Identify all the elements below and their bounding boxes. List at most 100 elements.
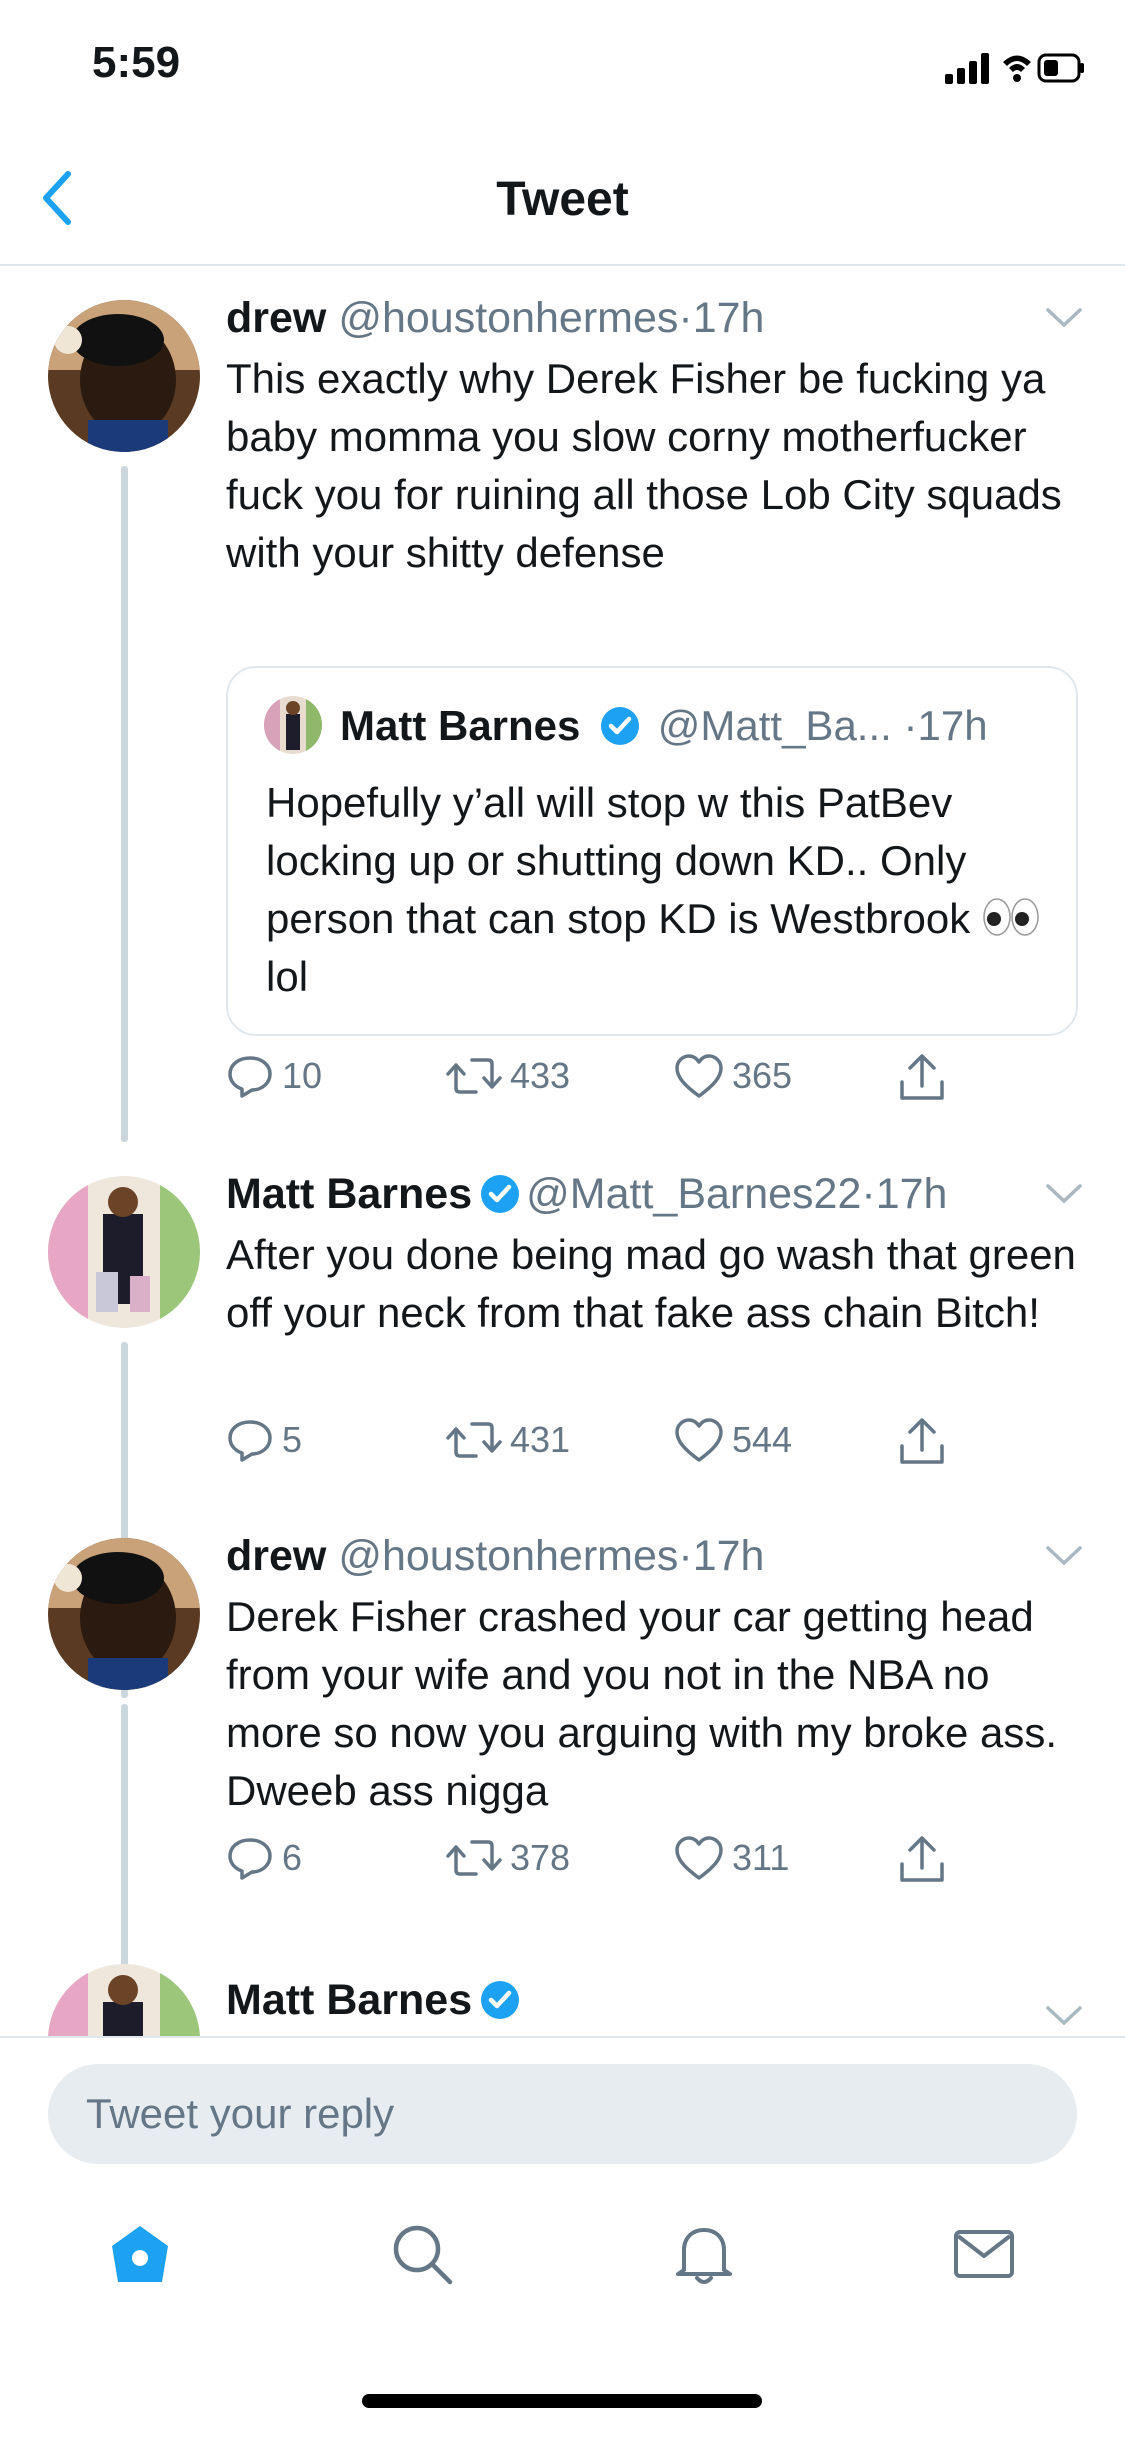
reply-input[interactable]: Tweet your reply [48,2064,1077,2164]
reply-button[interactable]: 6 [226,1834,302,1882]
retweet-icon [446,1058,502,1094]
home-indicator[interactable] [362,2394,762,2408]
display-name[interactable]: drew [226,1532,326,1580]
reply-icon [228,1838,272,1880]
heart-icon [675,1418,723,1462]
reply-button[interactable]: 10 [226,1052,322,1100]
quote-avatar [264,696,322,754]
avatar[interactable] [48,1176,200,1328]
verified-badge-icon [601,707,640,745]
thread-feed[interactable]: drew @houstonhermes·17h This exactly why… [0,266,1125,2036]
retweet-button[interactable]: 378 [446,1834,570,1882]
tweet-menu-button[interactable] [1045,306,1083,335]
like-count: 311 [732,1837,790,1878]
tweet-text: Derek Fisher crashed your car getting he… [226,1593,1058,1814]
status-icons [945,48,1085,93]
quote-display-name: Matt Barnes [340,702,581,749]
tweet-header: Matt Barnes @Matt_Barnes22·17h [226,1166,1105,1222]
reply-count: 6 [282,1837,303,1878]
tab-home[interactable] [108,2222,172,2291]
tweet-actions: 10 433 365 [226,1052,986,1116]
chevron-down-icon [1046,2006,1082,2026]
verified-badge-icon [481,1981,520,2019]
eyes-emoji-icon [983,898,1039,936]
share-icon [900,1836,944,1882]
separator: · [678,294,693,342]
separator: · [678,1532,693,1580]
share-button[interactable] [898,1834,954,1886]
search-icon [393,2225,453,2285]
tweet-text: After you done being mad go wash that gr… [226,1231,1076,1336]
separator: · [861,1170,876,1218]
home-icon [112,2226,168,2282]
like-count: 365 [732,1055,793,1096]
thread-line [121,466,128,1142]
tweet-header: Matt Barnes [226,1972,1105,2028]
tab-notifications[interactable] [672,2222,736,2291]
chevron-down-icon [1046,1184,1082,1204]
display-name[interactable]: drew [226,294,326,342]
retweet-icon [446,1422,502,1458]
separator: · [903,702,918,749]
timestamp: 17h [692,1532,765,1580]
handle[interactable]: @houstonhermes [338,1532,678,1580]
like-count: 544 [732,1419,793,1460]
reply-icon [228,1056,272,1098]
quote-text-main: Hopefully y’all will stop w this PatBev … [266,779,982,942]
page-title: Tweet [496,173,629,226]
retweet-button[interactable]: 433 [446,1052,570,1100]
like-button[interactable]: 365 [674,1052,792,1100]
chevron-down-icon [1046,308,1082,328]
tab-messages[interactable] [952,2222,1016,2291]
reply-count: 5 [282,1419,303,1460]
like-button[interactable]: 311 [674,1834,789,1882]
quote-text-end: lol [266,953,309,1000]
chevron-down-icon [1046,1546,1082,1566]
share-button[interactable] [898,1416,954,1468]
handle[interactable]: @houstonhermes [338,294,678,342]
retweet-button[interactable]: 431 [446,1416,570,1464]
handle[interactable]: @Matt_Barnes22 [526,1170,861,1218]
tweet-actions: 6 378 311 [226,1834,986,1898]
avatar[interactable] [48,300,200,452]
heart-icon [675,1054,723,1098]
quote-timestamp: 17h [917,702,988,749]
tweet-text: This exactly why Derek Fisher be fucking… [226,355,1062,576]
quote-header: Matt Barnes @Matt_Ba... ·17h [340,698,988,754]
share-button[interactable] [898,1052,954,1104]
display-name[interactable]: Matt Barnes [226,1976,472,2024]
reply-button[interactable]: 5 [226,1416,302,1464]
heart-icon [675,1836,723,1880]
status-bar: 5:59 [0,0,1125,132]
tweet-menu-button[interactable] [1045,1182,1083,1211]
like-button[interactable]: 544 [674,1416,792,1464]
tweet-header: drew @houstonhermes·17h [226,290,1105,346]
share-icon [900,1054,944,1100]
mail-icon [954,2230,1014,2278]
quote-text: Hopefully y’all will stop w this PatBev … [266,774,1046,1006]
share-icon [900,1418,944,1464]
timestamp: 17h [875,1170,948,1218]
navigation-bar: Tweet [0,132,1125,266]
tab-search[interactable] [390,2222,454,2291]
signal-icon [945,53,989,84]
wifi-icon [1003,55,1031,82]
timestamp: 17h [692,294,765,342]
retweet-count: 431 [510,1419,571,1460]
display-name[interactable]: Matt Barnes [226,1170,472,1218]
quoted-tweet[interactable]: Matt Barnes @Matt_Ba... ·17h Hopefully y… [226,666,1078,1036]
reply-placeholder: Tweet your reply [86,2090,395,2137]
retweet-icon [446,1840,502,1876]
reply-icon [228,1420,272,1462]
reply-count: 10 [282,1055,323,1096]
bell-icon [676,2228,732,2284]
avatar[interactable] [48,1964,200,2036]
retweet-count: 378 [510,1837,571,1878]
tweet-actions: 5 431 544 [226,1416,986,1480]
avatar[interactable] [48,1538,200,1690]
tweet-menu-button[interactable] [1045,2004,1083,2033]
tweet-header: drew @houstonhermes·17h [226,1528,1105,1584]
tweet-menu-button[interactable] [1045,1544,1083,1573]
battery-icon [1037,53,1084,83]
clock: 5:59 [92,38,181,87]
